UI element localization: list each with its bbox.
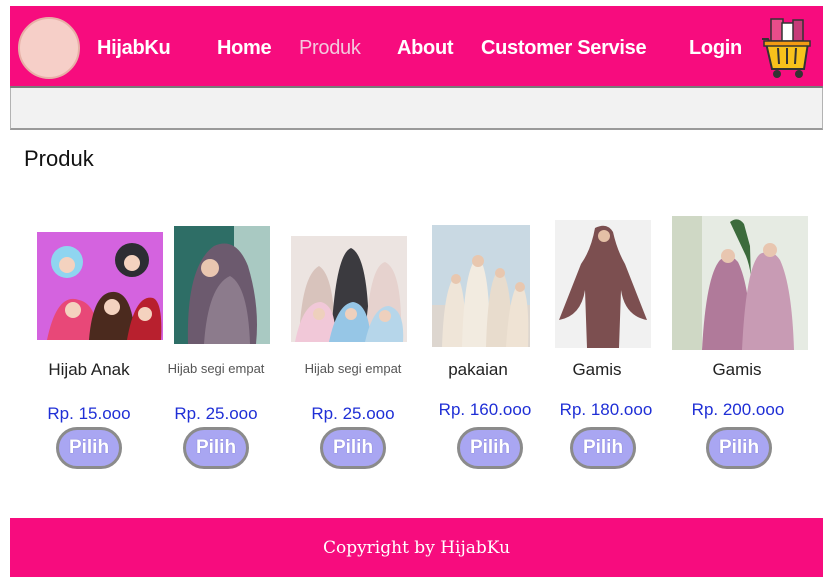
product-name: Hijab segi empat <box>167 361 265 376</box>
nav-about[interactable]: About <box>397 37 454 60</box>
product-name: Hijab segi empat <box>304 361 402 376</box>
product-price: Rp. 180.ooo <box>559 400 653 419</box>
product-name: Hijab Anak <box>48 360 130 379</box>
product-image[interactable] <box>37 232 163 340</box>
nav-home[interactable]: Home <box>217 37 272 60</box>
navbar: HijabKu Home Produk About Customer Servi… <box>10 6 823 88</box>
product-price: Rp. 25.ooo <box>174 404 258 423</box>
footer: Copyright by HijabKu <box>10 518 823 577</box>
product-price: Rp. 160.ooo <box>438 400 532 419</box>
pilih-button[interactable]: Pilih <box>183 427 249 469</box>
brand-name[interactable]: HijabKu <box>97 37 171 60</box>
section-title: Produk <box>24 146 94 171</box>
product-price: Rp. 200.ooo <box>691 400 785 419</box>
product-image[interactable] <box>432 225 530 347</box>
pilih-button[interactable]: Pilih <box>706 427 772 469</box>
nav-customer-service[interactable]: Customer Servise <box>481 37 647 60</box>
product-image[interactable] <box>291 236 407 342</box>
sub-navbar <box>10 88 823 130</box>
product-name: Gamis <box>712 360 762 379</box>
shopping-basket-icon[interactable] <box>758 15 814 81</box>
product-image[interactable] <box>555 220 651 348</box>
nav-produk[interactable]: Produk <box>299 37 361 60</box>
pilih-button[interactable]: Pilih <box>56 427 122 469</box>
pilih-button[interactable]: Pilih <box>320 427 386 469</box>
pilih-button[interactable]: Pilih <box>457 427 523 469</box>
product-price: Rp. 25.ooo <box>311 404 395 423</box>
product-image[interactable] <box>672 216 808 350</box>
copyright-text: Copyright by HijabKu <box>322 538 511 558</box>
product-image[interactable] <box>174 226 270 344</box>
nav-login[interactable]: Login <box>689 37 742 60</box>
logo[interactable] <box>18 17 80 79</box>
pilih-button[interactable]: Pilih <box>570 427 636 469</box>
product-price: Rp. 15.ooo <box>47 404 131 423</box>
product-name: Gamis <box>572 360 622 379</box>
